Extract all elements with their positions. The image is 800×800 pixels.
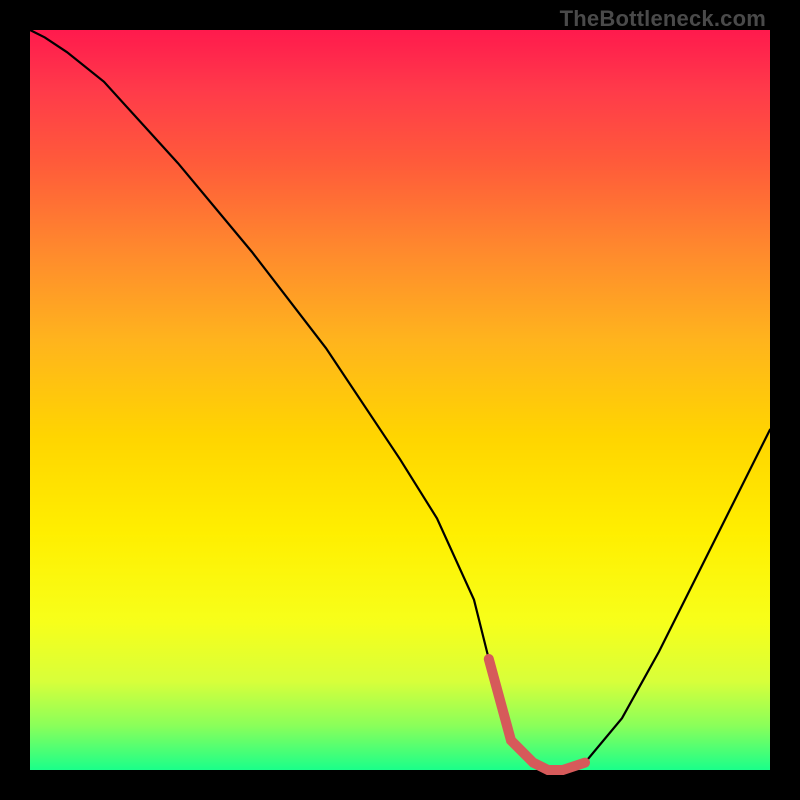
bottleneck-curve-svg [30,30,770,770]
optimal-range-highlight [489,659,585,770]
chart-frame: TheBottleneck.com [0,0,800,800]
plot-area [30,30,770,770]
watermark-text: TheBottleneck.com [560,6,766,32]
bottleneck-curve [30,30,770,770]
